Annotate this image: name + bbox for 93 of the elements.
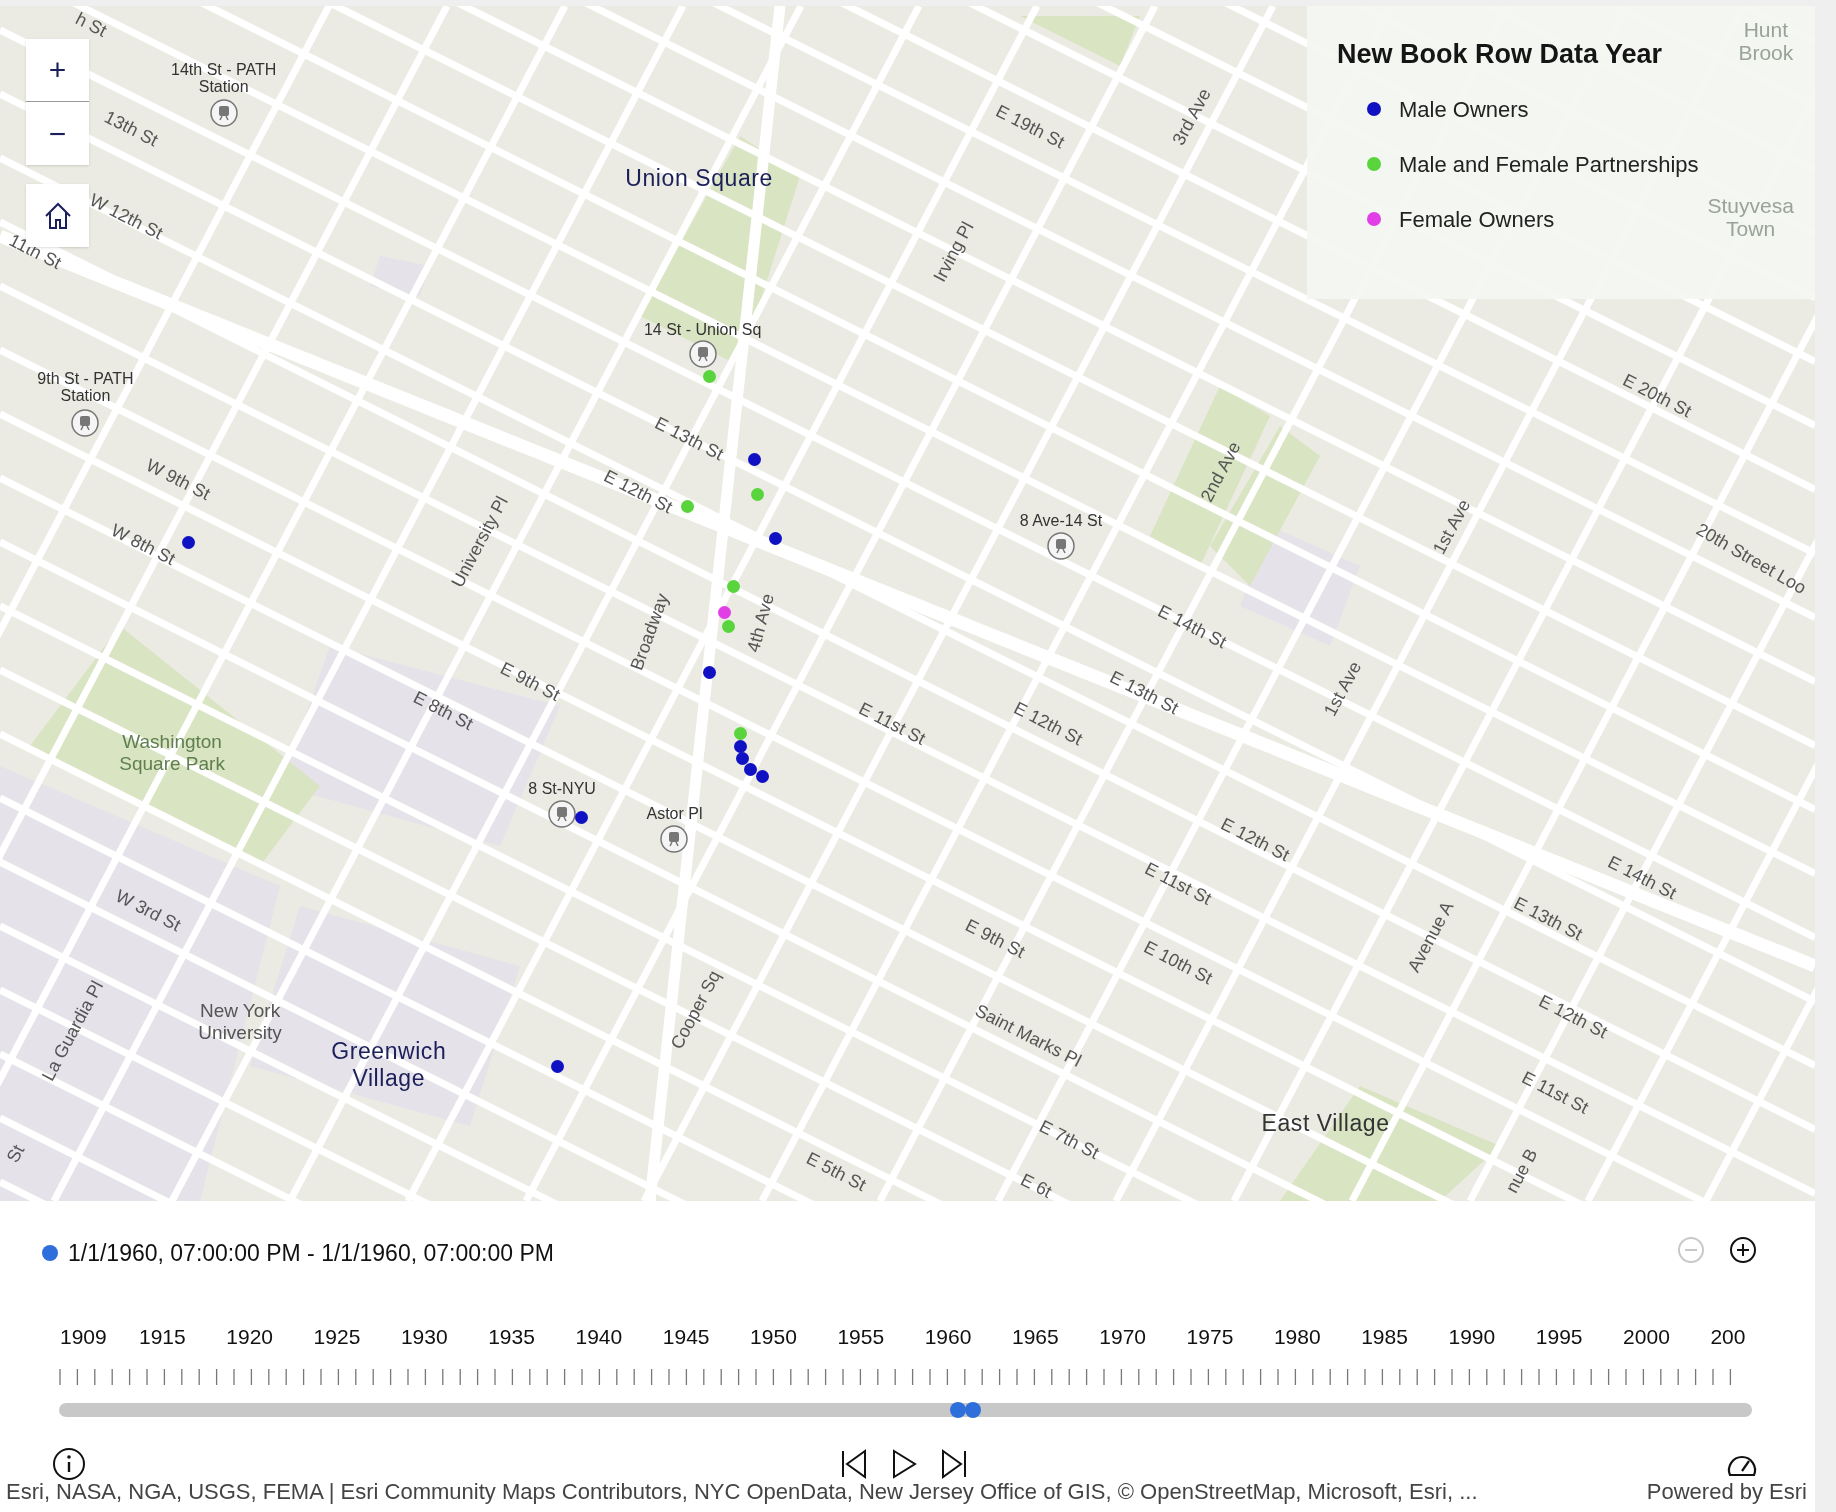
year-label: 1920 <box>226 1324 273 1350</box>
street-label: W 3rd St <box>111 884 185 938</box>
street-label: E 12th St <box>599 464 677 520</box>
station-label: 8 St-NYU <box>528 780 596 799</box>
train-station-icon <box>208 97 239 128</box>
year-label: 1980 <box>1273 1324 1321 1350</box>
street-label: E 12th St <box>1009 696 1087 752</box>
slider-thumb[interactable] <box>965 1402 982 1418</box>
year-label: 1945 <box>662 1324 710 1350</box>
year-label: 1990 <box>1448 1324 1496 1350</box>
street-label: E 8th St <box>408 686 477 736</box>
train-station-icon <box>1045 530 1076 561</box>
year-label: 1909 <box>60 1324 107 1350</box>
station-label: 8 Ave-14 St <box>1019 512 1103 531</box>
info-button[interactable] <box>52 1447 86 1481</box>
street-label: 1st Ave <box>1428 495 1476 560</box>
map-point[interactable] <box>182 535 195 549</box>
year-label: 1935 <box>488 1324 535 1350</box>
street-label: E 20th St <box>1618 368 1696 424</box>
map-point[interactable] <box>755 770 769 783</box>
legend-label: Male Owners <box>1399 95 1529 124</box>
year-label: 1960 <box>924 1324 972 1350</box>
street-label: W 9th St <box>141 454 215 507</box>
legend-title: New Book Row Data Year <box>1337 38 1663 71</box>
year-label: 1965 <box>1012 1324 1059 1350</box>
year-label: 1940 <box>575 1324 623 1350</box>
street-label: E 10th St <box>1139 935 1217 990</box>
place-label: Stuyvesa Town <box>1707 193 1794 240</box>
street-label: St <box>2 1140 30 1168</box>
map-point[interactable] <box>575 811 589 824</box>
year-label: 1975 <box>1186 1324 1234 1350</box>
street-label: E 11st St <box>1517 1066 1593 1120</box>
park-label: Washington Square Park <box>119 731 225 775</box>
place-label: East Village <box>1261 1108 1390 1138</box>
street-label: E 5th St <box>802 1147 871 1198</box>
street-label: E 14th St <box>1603 851 1681 906</box>
year-label: 1915 <box>139 1324 186 1350</box>
street-label: E 6t <box>1016 1168 1057 1201</box>
street-label: E 13th St <box>650 412 728 467</box>
street-label: E 19th St <box>992 99 1070 154</box>
map-point[interactable] <box>747 452 761 466</box>
map-point[interactable] <box>550 1060 564 1074</box>
year-label: 1985 <box>1361 1324 1408 1350</box>
street-label: 4th Ave <box>742 590 780 656</box>
street-label: E 13th St <box>1105 666 1183 721</box>
station-label: 14th St - PATH Station <box>171 61 277 97</box>
station-label: Astor Pl <box>646 805 703 823</box>
street-label: E 12th St <box>1217 812 1295 868</box>
street-label: 13th St <box>100 105 163 153</box>
train-station-icon <box>687 338 718 369</box>
street-label: E 12th St <box>1534 989 1612 1044</box>
zoom-in-button[interactable]: + <box>26 39 89 102</box>
station-label: 9th St - PATH Station <box>37 370 134 406</box>
street-label: 2nd Ave <box>1195 437 1246 507</box>
year-label: 200 <box>1710 1324 1746 1350</box>
street-label: E 11st St <box>1140 857 1216 911</box>
street-label: E 7th St <box>1035 1114 1104 1165</box>
place-label: Greenwich Village <box>331 1038 447 1094</box>
street-label: E 11st St <box>855 697 930 751</box>
street-label: W 12th St <box>85 188 168 246</box>
zoom-out-button[interactable]: − <box>26 102 89 165</box>
place-label: Hunt Brook <box>1738 18 1794 65</box>
legend-label: Male and Female Partnerships <box>1399 150 1699 179</box>
train-station-icon <box>659 823 690 854</box>
street-label: E 9th St <box>961 914 1030 965</box>
street-label: E 13th St <box>1509 892 1587 947</box>
street-label: 1st Ave <box>1319 656 1367 721</box>
year-label: 2000 <box>1623 1324 1670 1350</box>
year-label: 1970 <box>1099 1324 1146 1350</box>
street-label: nue B <box>1501 1144 1543 1199</box>
street-label: E 9th St <box>496 656 565 707</box>
slider-thumb[interactable] <box>949 1402 966 1418</box>
train-station-icon <box>547 799 578 829</box>
year-label: 1930 <box>400 1324 448 1350</box>
year-label: 1950 <box>750 1324 797 1350</box>
legend-label: Female Owners <box>1399 205 1555 234</box>
zoom-in-button[interactable] <box>1728 1235 1758 1265</box>
place-label: Union Square <box>625 165 773 194</box>
year-label: 1925 <box>313 1324 361 1350</box>
year-label: 1995 <box>1535 1324 1583 1350</box>
street-label: E 14th St <box>1153 599 1231 654</box>
year-label: 1955 <box>837 1324 885 1350</box>
train-station-icon <box>70 407 101 438</box>
campus-label: New York University <box>198 1000 282 1045</box>
map-point[interactable] <box>733 739 747 753</box>
street-label: W 8th St <box>106 518 180 571</box>
powered-by-link[interactable]: Powered by Esri <box>1646 1475 1807 1508</box>
map-point[interactable] <box>735 752 749 766</box>
time-range-text: 1/1/1960, 07:00:00 PM - 1/1/1960, 07:00:00 PM <box>68 1239 554 1268</box>
street-label: 3rd Ave <box>1167 84 1216 151</box>
attribution-text: Esri, NASA, NGA, USGS, FEMA | Esri Community Maps Contributors, NYC OpenData, New Jersey Office of GIS, © OpenStreetMap, Microsoft, Esri, ... <box>6 1478 1478 1506</box>
info-icon <box>52 1447 86 1481</box>
station-label: 14 St - Union Sq <box>643 321 762 340</box>
